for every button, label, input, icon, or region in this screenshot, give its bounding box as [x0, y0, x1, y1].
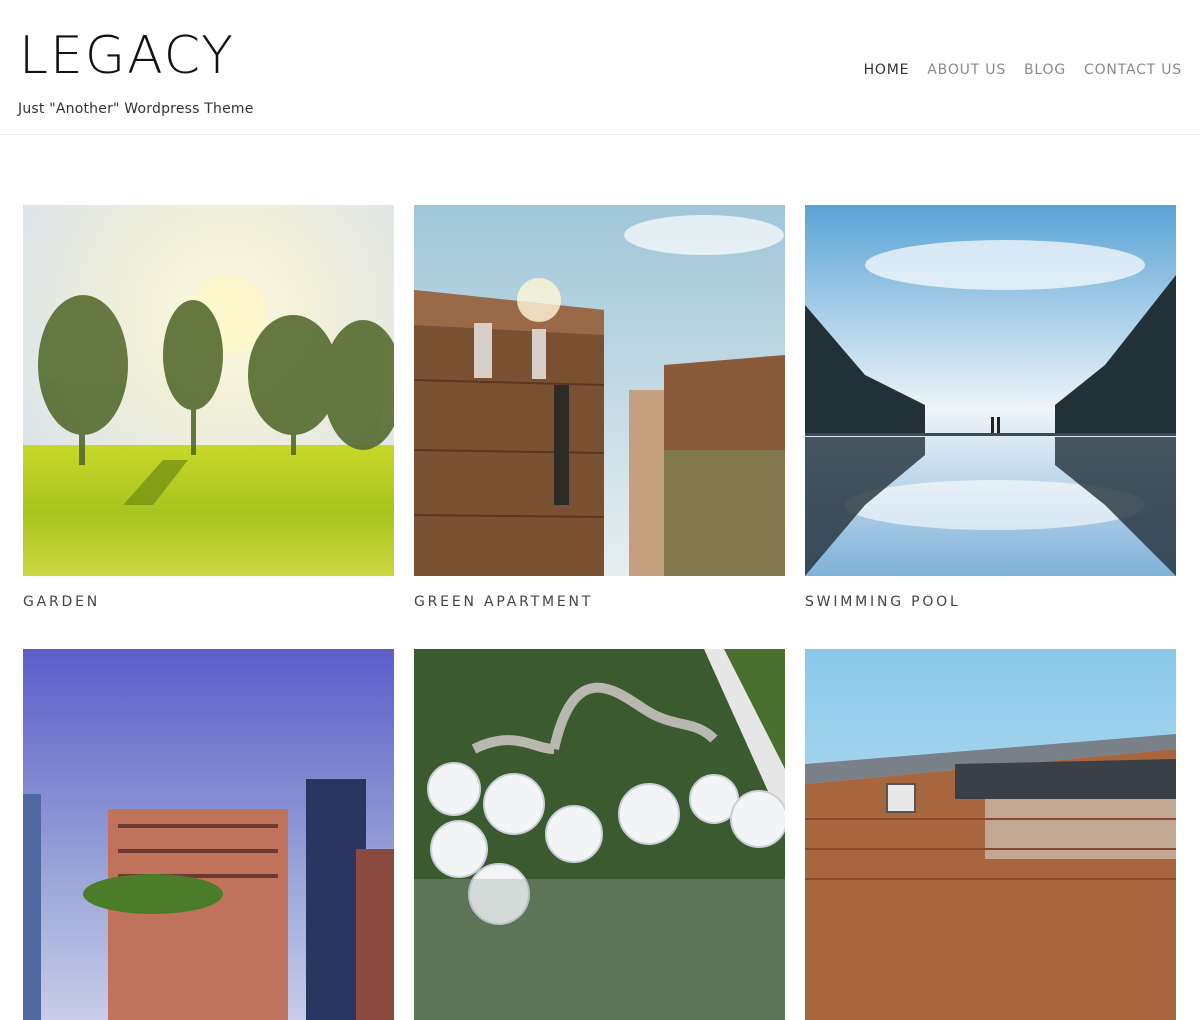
site-header: LEGACY Just "Another" Wordpress Theme HO…	[0, 0, 1200, 135]
city-towers-photo[interactable]	[23, 649, 394, 1020]
nav-item-about-us[interactable]: ABOUT US	[927, 62, 1006, 78]
aerial-park-photo[interactable]	[414, 649, 785, 1020]
site-tagline: Just "Another" Wordpress Theme	[18, 101, 254, 117]
nav-item-home[interactable]: HOME	[864, 62, 910, 78]
site-title[interactable]: LEGACY	[19, 30, 235, 82]
apartment-photo[interactable]	[414, 205, 785, 576]
portfolio-item-title[interactable]: GARDEN	[23, 594, 100, 610]
pool-photo[interactable]	[805, 205, 1176, 576]
nav-item-contact-us[interactable]: CONTACT US	[1084, 62, 1182, 78]
main-nav: HOME ABOUT US BLOG CONTACT US	[864, 62, 1182, 78]
nav-item-blog[interactable]: BLOG	[1024, 62, 1066, 78]
modern-house-photo[interactable]	[805, 649, 1176, 1020]
portfolio-item-title[interactable]: SWIMMING POOL	[805, 594, 961, 610]
garden-photo[interactable]	[23, 205, 394, 576]
portfolio-item-title[interactable]: GREEN APARTMENT	[414, 594, 593, 610]
